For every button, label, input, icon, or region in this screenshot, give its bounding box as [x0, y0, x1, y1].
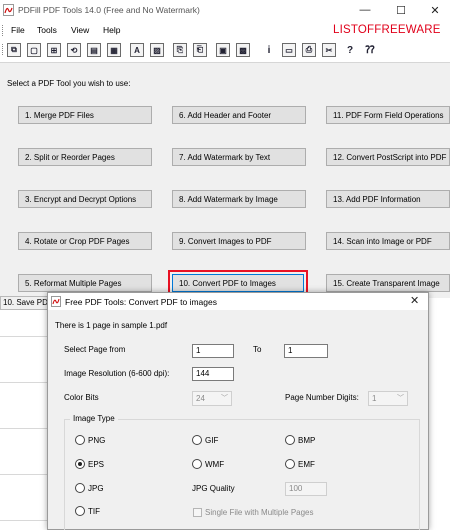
tool-form-field-button[interactable]: 11. PDF Form Field Operations	[326, 106, 450, 124]
page-from-input[interactable]: 1	[192, 344, 234, 358]
radio-emf[interactable]	[285, 459, 295, 469]
tool-images-to-pdf-button[interactable]: 9. Convert Images to PDF	[172, 232, 306, 250]
radio-eps[interactable]	[75, 459, 85, 469]
merge-icon[interactable]: ⧉	[7, 43, 21, 57]
grid-line	[0, 382, 47, 383]
color-bits-label: Color Bits	[64, 393, 99, 402]
tool-pdf-info-button[interactable]: 13. Add PDF Information	[326, 190, 450, 208]
tool-postscript-button[interactable]: 12. Convert PostScript into PDF	[326, 148, 450, 166]
watermark-text: LISTOFFREEWARE	[333, 24, 441, 36]
menu-file[interactable]: File	[11, 25, 25, 35]
menu-help[interactable]: Help	[103, 25, 120, 35]
single-file-label: Single File with Multiple Pages	[205, 508, 314, 517]
page-digits-value: 1	[372, 394, 377, 403]
radio-png[interactable]	[75, 435, 85, 445]
split-icon[interactable]: ▢	[27, 43, 41, 57]
postscript-icon[interactable]: ⎙	[302, 43, 316, 57]
chevron-down-icon: ﹀	[397, 395, 404, 402]
grid-line	[0, 520, 47, 521]
page-count-info: There is 1 page in sample 1.pdf	[55, 321, 168, 330]
grid-line	[0, 428, 47, 429]
radio-gif-label: GIF	[205, 436, 219, 445]
watermark-text-icon[interactable]: A	[130, 43, 144, 57]
help-icon[interactable]: i	[262, 43, 276, 57]
color-bits-value: 24	[196, 394, 205, 403]
radio-gif[interactable]	[192, 435, 202, 445]
radio-tif-label: TIF	[88, 507, 100, 516]
radio-bmp[interactable]	[285, 435, 295, 445]
resolution-label: Image Resolution (6-600 dpi):	[64, 369, 170, 378]
scan-icon[interactable]: ▩	[236, 43, 250, 57]
tool-reformat-button[interactable]: 5. Reformat Multiple Pages	[18, 274, 152, 292]
jpg-quality-label: JPG Quality	[192, 484, 235, 493]
tools-panel	[0, 62, 450, 299]
menu-grip	[2, 25, 5, 36]
tool-watermark-image-button[interactable]: 8. Add Watermark by Image	[172, 190, 306, 208]
images-to-pdf-icon[interactable]: ⎘	[173, 43, 187, 57]
header-footer-icon[interactable]: ▦	[107, 43, 121, 57]
info-icon[interactable]: ▣	[216, 43, 230, 57]
page-digits-select[interactable]: 1 ﹀	[368, 391, 408, 406]
tool-scan-button[interactable]: 14. Scan into Image or PDF	[326, 232, 450, 250]
select-page-label: Select Page from	[64, 345, 126, 354]
tool-pdf-to-images-button[interactable]: 10. Convert PDF to Images	[172, 274, 304, 292]
image-type-label: Image Type	[70, 414, 118, 423]
watermark-image-icon[interactable]: ▨	[150, 43, 164, 57]
dialog-close-button[interactable]: ✕	[410, 294, 419, 307]
tool-header-footer-button[interactable]: 6. Add Header and Footer	[172, 106, 306, 124]
tool-split-button[interactable]: 2. Split or Reorder Pages	[18, 148, 152, 166]
radio-emf-label: EMF	[298, 460, 315, 469]
tool-encrypt-button[interactable]: 3. Encrypt and Decrypt Options	[18, 190, 152, 208]
rotate-icon[interactable]: ⟲	[67, 43, 81, 57]
form-icon[interactable]: ▭	[282, 43, 296, 57]
toolbar-grip	[2, 44, 5, 55]
radio-jpg[interactable]	[75, 483, 85, 493]
grid-line	[0, 474, 47, 475]
chevron-down-icon: ﹀	[221, 395, 228, 402]
tool-watermark-text-button[interactable]: 7. Add Watermark by Text	[172, 148, 306, 166]
background-tab[interactable]: 10. Save PDF	[0, 296, 48, 310]
pdf-app-icon	[51, 296, 61, 307]
page-to-input[interactable]: 1	[284, 344, 328, 358]
close-button[interactable]: ✕	[418, 0, 450, 20]
to-label: To	[253, 345, 262, 354]
tool-merge-button[interactable]: 1. Merge PDF Files	[18, 106, 152, 124]
context-help-icon[interactable]: ⁇	[363, 43, 377, 57]
tool-rotate-button[interactable]: 4. Rotate or Crop PDF Pages	[18, 232, 152, 250]
radio-jpg-label: JPG	[88, 484, 104, 493]
single-file-checkbox[interactable]	[193, 508, 202, 517]
menu-view[interactable]: View	[71, 25, 89, 35]
reformat-icon[interactable]: ▤	[87, 43, 101, 57]
resolution-input[interactable]: 144	[192, 367, 234, 381]
radio-eps-label: EPS	[88, 460, 105, 469]
dialog-title: Free PDF Tools: Convert PDF to images	[65, 297, 217, 307]
radio-bmp-label: BMP	[298, 436, 316, 445]
page-digits-label: Page Number Digits:	[285, 393, 359, 402]
instruction-text: Select a PDF Tool you wish to use:	[7, 79, 131, 88]
transparent-icon[interactable]: ✂	[322, 43, 336, 57]
color-bits-select[interactable]: 24 ﹀	[192, 391, 232, 406]
tool-transparent-image-button[interactable]: 15. Create Transparent Image	[326, 274, 450, 292]
radio-wmf[interactable]	[192, 459, 202, 469]
grid-line	[0, 336, 47, 337]
menu-tools[interactable]: Tools	[37, 25, 57, 35]
minimize-button[interactable]: —	[348, 0, 382, 20]
jpg-quality-input[interactable]: 100	[285, 482, 327, 496]
window-title: PDFill PDF Tools 14.0 (Free and No Water…	[18, 5, 200, 15]
question-icon[interactable]: ?	[343, 43, 357, 57]
encrypt-icon[interactable]: ⊞	[47, 43, 61, 57]
radio-tif[interactable]	[75, 506, 85, 516]
maximize-button[interactable]: ☐	[384, 0, 418, 20]
pdf-app-icon	[3, 4, 14, 16]
pdf-to-images-icon[interactable]: ⎗	[193, 43, 207, 57]
radio-png-label: PNG	[88, 436, 106, 445]
radio-wmf-label: WMF	[205, 460, 225, 469]
